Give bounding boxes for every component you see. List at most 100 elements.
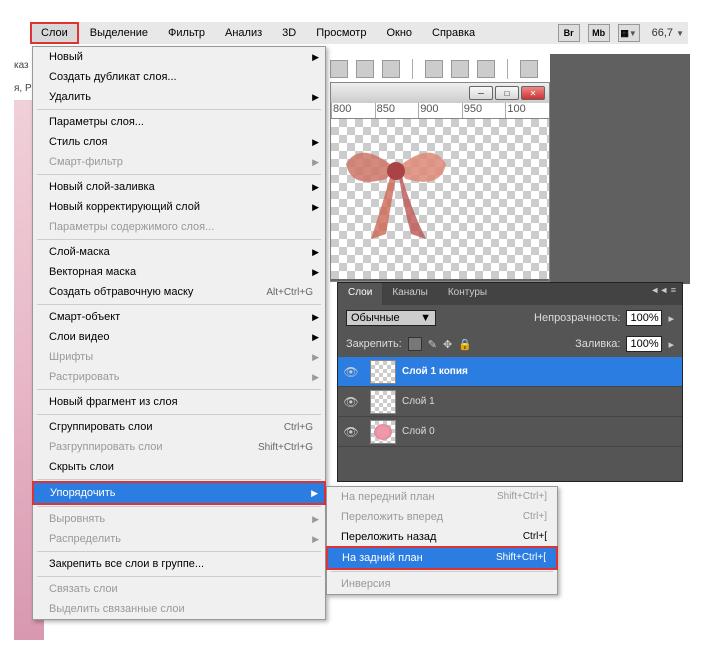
align-left-icon[interactable] [330,60,348,78]
menu-item: Смарт-фильтр▶ [33,152,325,172]
menu-help[interactable]: Справка [423,24,484,42]
menu-item[interactable]: Новый слой-заливка▶ [33,177,325,197]
layers-panel: Слои Каналы Контуры ◄◄ ≡ Обычные▼ Непроз… [337,282,683,482]
lock-transparency-icon[interactable] [408,337,422,351]
distribute-icon[interactable] [477,60,495,78]
menu-filter[interactable]: Фильтр [159,24,214,42]
minimize-button[interactable]: ─ [469,86,493,100]
layer-name[interactable]: Слой 1 копия [402,366,468,377]
menu-item[interactable]: Слой-маска▶ [33,242,325,262]
menu-item[interactable]: Упорядочить▶ [34,483,324,503]
menu-item: Шрифты▶ [33,347,325,367]
layer-row[interactable]: 👁 Слой 1 копия [338,357,682,387]
menu-item[interactable]: Новый▶ [33,47,325,67]
chevron-right-icon[interactable]: ▸ [668,338,674,351]
submenu-item: Переложить впередCtrl+] [327,507,557,527]
menu-item: Выделить связанные слои [33,599,325,619]
move-icon[interactable]: ✥ [443,338,452,351]
layer-thumbnail[interactable] [370,390,396,414]
submenu-arrow-icon: ▶ [312,534,319,545]
visibility-icon[interactable]: 👁 [338,395,364,409]
submenu-arrow-icon: ▶ [312,92,319,103]
menu-item[interactable]: Параметры слоя... [33,112,325,132]
menu-analysis[interactable]: Анализ [216,24,271,42]
menu-item[interactable]: Удалить▶ [33,87,325,107]
close-button[interactable]: ✕ [521,86,545,100]
menu-item[interactable]: Создать обтравочную маскуAlt+Ctrl+G [33,282,325,302]
submenu-item[interactable]: Переложить назадCtrl+[ [327,527,557,547]
menu-select[interactable]: Выделение [81,24,157,42]
ruler-horizontal: 800850900950100 [331,103,549,119]
align-right-icon[interactable] [382,60,400,78]
submenu-item: На передний планShift+Ctrl+] [327,487,557,507]
submenu-arrow-icon: ▶ [312,332,319,343]
menu-item[interactable]: Слои видео▶ [33,327,325,347]
maximize-button[interactable]: □ [495,86,519,100]
distribute-v-icon[interactable] [451,60,469,78]
fill-label: Заливка: [575,338,620,350]
menu-item: Разгруппировать слоиShift+Ctrl+G [33,437,325,457]
tab-layers[interactable]: Слои [338,283,382,305]
layers-menu-dropdown: Новый▶Создать дубликат слоя...Удалить▶ Па… [32,46,326,620]
menu-view[interactable]: Просмотр [307,24,375,42]
menu-item: Выровнять▶ [33,509,325,529]
lock-all-icon[interactable]: 🔒 [458,338,472,351]
tab-paths[interactable]: Контуры [438,283,497,305]
submenu-arrow-icon: ▶ [312,52,319,63]
menu-item[interactable]: Новый фрагмент из слоя [33,392,325,412]
menu-item: Параметры содержимого слоя... [33,217,325,237]
menu-3d[interactable]: 3D [273,24,305,42]
menu-item: Растрировать▶ [33,367,325,387]
layer-name[interactable]: Слой 0 [402,426,435,437]
opacity-label: Непрозрачность: [534,312,620,324]
zoom-value[interactable]: 66,7 ▼ [648,27,688,39]
menu-item[interactable]: Смарт-объект▶ [33,307,325,327]
menu-window[interactable]: Окно [377,24,421,42]
bow-image [331,119,461,249]
menu-item[interactable]: Закрепить все слои в группе... [33,554,325,574]
menu-item[interactable]: Новый корректирующий слой▶ [33,197,325,217]
menu-item[interactable]: Создать дубликат слоя... [33,67,325,87]
visibility-icon[interactable]: 👁 [338,365,364,379]
blend-mode-select[interactable]: Обычные▼ [346,310,436,326]
auto-align-icon[interactable] [520,60,538,78]
submenu-arrow-icon: ▶ [312,352,319,363]
visibility-icon[interactable]: 👁 [338,425,364,439]
mb-button[interactable]: Mb [588,24,610,42]
layer-thumbnail[interactable] [370,420,396,444]
menu-item[interactable]: Векторная маска▶ [33,262,325,282]
layer-row[interactable]: 👁 Слой 0 [338,417,682,447]
submenu-arrow-icon: ▶ [312,202,319,213]
layer-row[interactable]: 👁 Слой 1 [338,387,682,417]
opacity-input[interactable]: 100% [626,310,662,326]
layer-thumbnail[interactable] [370,360,396,384]
layer-name[interactable]: Слой 1 [402,396,435,407]
fill-input[interactable]: 100% [626,336,662,352]
bridge-button[interactable]: Br [558,24,580,42]
menu-item[interactable]: Сгруппировать слоиCtrl+G [33,417,325,437]
align-center-icon[interactable] [356,60,374,78]
submenu-arrow-icon: ▶ [312,372,319,383]
submenu-arrow-icon: ▶ [312,157,319,168]
distribute-h-icon[interactable] [425,60,443,78]
submenu-arrow-icon: ▶ [312,514,319,525]
menubar: Слои Выделение Фильтр Анализ 3D Просмотр… [30,22,688,44]
brush-icon[interactable]: ✎ [428,338,437,351]
chevron-right-icon[interactable]: ▸ [668,312,674,325]
submenu-arrow-icon: ▶ [312,182,319,193]
submenu-arrow-icon: ▶ [311,488,318,499]
options-bar [330,54,538,84]
canvas[interactable] [331,119,549,279]
canvas-window: ─ □ ✕ 800850900950100 [330,82,550,282]
menu-item[interactable]: Скрыть слои [33,457,325,477]
submenu-arrow-icon: ▶ [312,267,319,278]
panel-menu-icon[interactable]: ◄◄ ≡ [644,283,682,305]
submenu-arrow-icon: ▶ [312,312,319,323]
submenu-arrow-icon: ▶ [312,137,319,148]
tab-channels[interactable]: Каналы [382,283,438,305]
screen-mode-button[interactable]: ▦▼ [618,24,640,42]
arrange-submenu: На передний планShift+Ctrl+]Переложить в… [326,486,558,595]
submenu-item[interactable]: На задний планShift+Ctrl+[ [328,548,556,568]
menu-item[interactable]: Стиль слоя▶ [33,132,325,152]
menu-layers[interactable]: Слои [30,22,79,44]
